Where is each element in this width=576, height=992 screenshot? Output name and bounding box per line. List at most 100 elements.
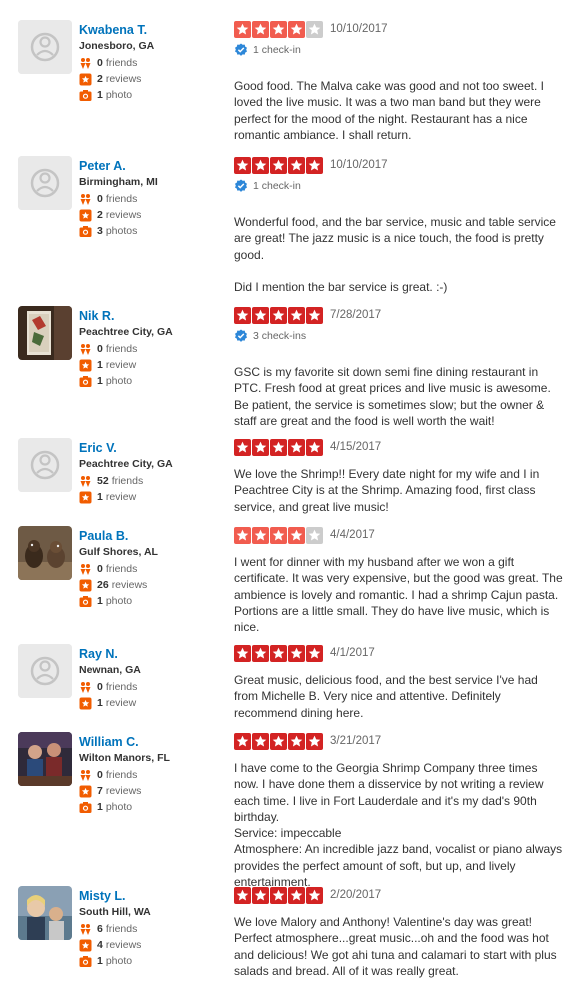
star-icon xyxy=(306,306,323,324)
review-meta: 7/28/2017 xyxy=(234,306,564,324)
reviews-stat: 1 review xyxy=(79,357,229,373)
reviews-stat: 2 reviews xyxy=(79,207,229,223)
photos-stat: 1 photo xyxy=(79,87,229,103)
star-icon xyxy=(288,438,305,456)
star-rating xyxy=(234,306,323,324)
user-avatar[interactable] xyxy=(18,526,72,580)
reviews-stat-count: 2 xyxy=(97,209,103,221)
reviews-stat: 4 reviews xyxy=(79,937,229,953)
user-name-link[interactable]: William C. xyxy=(79,734,229,750)
user-avatar[interactable] xyxy=(18,886,72,940)
review-content: 10/10/2017 1 check-in Wonderful food, and … xyxy=(234,156,564,295)
review-meta: 2/20/2017 xyxy=(234,886,564,904)
review-meta: 4/1/2017 xyxy=(234,644,564,662)
friends-icon xyxy=(79,769,92,782)
user-name-link[interactable]: Peter A. xyxy=(79,158,229,174)
star-icon xyxy=(288,156,305,174)
checkin-label: 1 check-in xyxy=(253,180,301,192)
star-icon xyxy=(270,526,287,544)
star-icon xyxy=(288,732,305,750)
checkin-badge-icon xyxy=(234,43,248,57)
user-name-link[interactable]: Eric V. xyxy=(79,440,229,456)
friends-stat: 0 friends xyxy=(79,191,229,207)
photos-stat-count: 1 xyxy=(97,375,103,387)
checkin-info: 1 check-in xyxy=(234,42,564,58)
review-text: Good food. The Malva cake was good and n… xyxy=(234,79,544,142)
review-date: 7/28/2017 xyxy=(330,309,382,321)
camera-icon xyxy=(79,801,92,814)
review-list: Kwabena T. Jonesboro, GA 0 friends 2 reviews 1… xyxy=(0,0,576,992)
user-info: Nik R. Peachtree City, GA 0 friends 1 review 1… xyxy=(79,308,229,389)
friends-stat-count: 0 xyxy=(97,681,103,693)
star-icon xyxy=(306,526,323,544)
review-star-icon xyxy=(79,209,92,222)
user-name-link[interactable]: Nik R. xyxy=(79,308,229,324)
star-icon xyxy=(306,886,323,904)
reviews-stat-count: 4 xyxy=(97,939,103,951)
reviews-stat-label: review xyxy=(105,491,137,503)
photos-stat-label: photo xyxy=(105,955,133,967)
user-avatar[interactable] xyxy=(18,732,72,786)
star-icon xyxy=(234,306,251,324)
star-icon xyxy=(288,644,305,662)
review-date: 4/4/2017 xyxy=(330,529,375,541)
star-rating xyxy=(234,438,323,456)
friends-icon xyxy=(79,193,92,206)
reviews-stat-label: reviews xyxy=(105,939,142,951)
camera-icon xyxy=(79,595,92,608)
friends-stat-count: 6 xyxy=(97,923,103,935)
reviews-stat-count: 26 xyxy=(97,579,109,591)
review-content: 4/1/2017 Great music, delicious food, and… xyxy=(234,644,564,721)
review-star-icon xyxy=(79,73,92,86)
friends-icon xyxy=(79,57,92,70)
review-content: 3/21/2017 I have come to the Georgia Shri… xyxy=(234,732,564,890)
star-icon xyxy=(288,306,305,324)
friends-stat-label: friends xyxy=(105,57,138,69)
star-icon xyxy=(270,20,287,38)
user-name-link[interactable]: Misty L. xyxy=(79,888,229,904)
review-date: 10/10/2017 xyxy=(330,159,388,171)
friends-stat-label: friends xyxy=(105,563,138,575)
reviews-stat-count: 1 xyxy=(97,491,103,503)
star-icon xyxy=(306,438,323,456)
user-avatar[interactable] xyxy=(18,306,72,360)
user-name-link[interactable]: Kwabena T. xyxy=(79,22,229,38)
star-icon xyxy=(252,732,269,750)
checkin-info: 3 check-ins xyxy=(234,328,564,344)
photos-stat: 3 photos xyxy=(79,223,229,239)
default-user-avatar-icon[interactable] xyxy=(18,20,72,74)
photos-stat-count: 1 xyxy=(97,801,103,813)
default-user-avatar-icon[interactable] xyxy=(18,156,72,210)
review-text: GSC is my favorite sit down semi fine di… xyxy=(234,365,551,428)
star-icon xyxy=(270,156,287,174)
camera-icon xyxy=(79,955,92,968)
review-content: 4/4/2017 I went for dinner with my husban… xyxy=(234,526,564,635)
review-text: Great music, delicious food, and the bes… xyxy=(234,673,538,720)
friends-stat-count: 0 xyxy=(97,57,103,69)
reviews-stat: 2 reviews xyxy=(79,71,229,87)
star-icon xyxy=(288,20,305,38)
star-icon xyxy=(306,156,323,174)
star-rating xyxy=(234,886,323,904)
checkin-badge-icon xyxy=(234,179,248,193)
checkin-info: 1 check-in xyxy=(234,178,564,194)
star-icon xyxy=(234,438,251,456)
default-user-avatar-icon[interactable] xyxy=(18,438,72,492)
reviews-stat-label: reviews xyxy=(105,209,142,221)
review-meta: 10/10/2017 xyxy=(234,20,564,38)
friends-stat-count: 0 xyxy=(97,343,103,355)
reviews-stat-count: 1 xyxy=(97,697,103,709)
friends-icon xyxy=(79,475,92,488)
user-location: South Hill, WA xyxy=(79,906,151,918)
friends-icon xyxy=(79,923,92,936)
star-icon xyxy=(252,156,269,174)
user-name-link[interactable]: Ray N. xyxy=(79,646,229,662)
review-star-icon xyxy=(79,579,92,592)
reviews-stat-label: review xyxy=(105,359,137,371)
default-user-avatar-icon[interactable] xyxy=(18,644,72,698)
reviews-stat-label: review xyxy=(105,697,137,709)
user-name-link[interactable]: Paula B. xyxy=(79,528,229,544)
friends-stat: 0 friends xyxy=(79,341,229,357)
star-rating xyxy=(234,156,323,174)
star-icon xyxy=(234,526,251,544)
